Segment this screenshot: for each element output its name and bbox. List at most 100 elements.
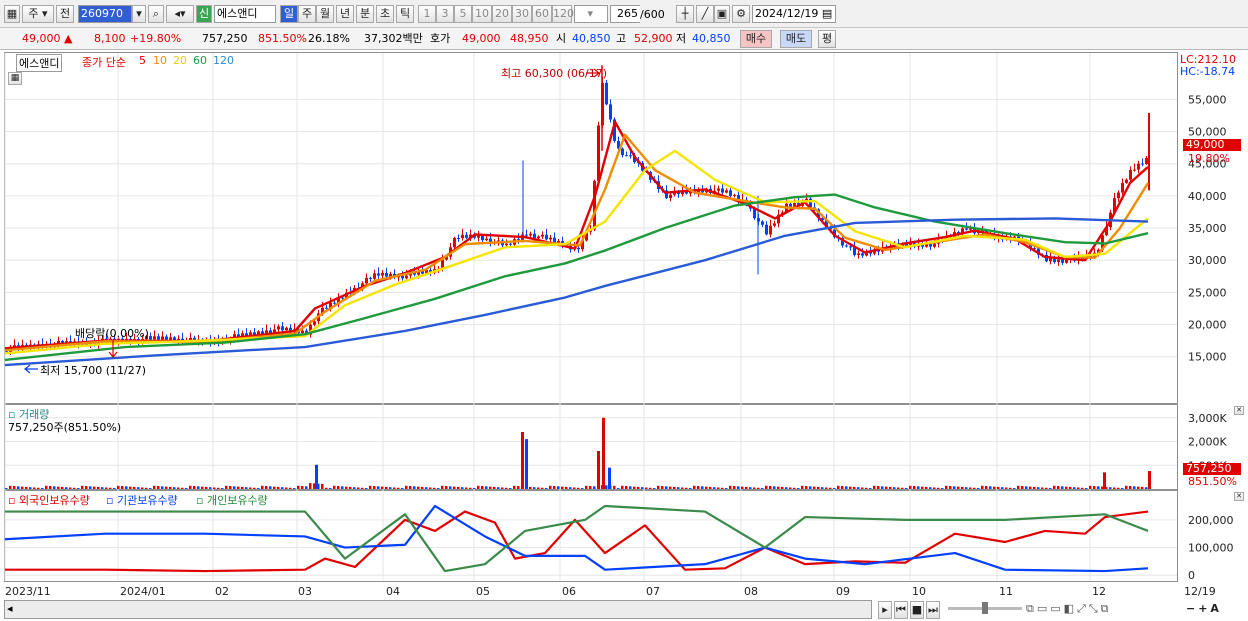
- price-tick-label: 25,000: [1188, 286, 1227, 299]
- volume-bar: [149, 488, 152, 489]
- forward-icon[interactable]: ⏭: [926, 601, 940, 619]
- candle-body: [1129, 170, 1132, 180]
- volume-bar: [733, 486, 736, 489]
- volume-bar: [101, 487, 104, 489]
- volume-bar: [41, 488, 44, 489]
- ma20-legend: 20: [173, 54, 187, 67]
- volume-bar: [405, 485, 408, 489]
- volume-bar: [269, 486, 272, 489]
- dividend-annotation: 배당락(0.00%): [75, 327, 149, 340]
- volume-bar: [657, 485, 660, 489]
- x-tick-label: 11: [999, 585, 1013, 598]
- volume-bar: [33, 487, 36, 489]
- volume-bar: [29, 487, 32, 489]
- volume-bar: [865, 487, 868, 489]
- volume-bar: [229, 486, 232, 489]
- volume-bar: [721, 487, 724, 489]
- volume-bar: [821, 487, 824, 489]
- zoom-controls-icon[interactable]: −+A: [1186, 602, 1222, 615]
- candle-body: [157, 336, 160, 340]
- volume-bar: [969, 487, 972, 489]
- volume-bar: [221, 488, 224, 489]
- volume-bar: [545, 488, 548, 489]
- candle-body: [853, 247, 856, 255]
- volume-bar: [341, 486, 344, 489]
- candle-body: [1117, 192, 1120, 199]
- volume-bar: [901, 487, 904, 489]
- volume-bar: [465, 487, 468, 489]
- volume-bar: [429, 487, 432, 489]
- volume-bar: [633, 486, 636, 489]
- last-price-pct: 19.80%: [1188, 152, 1230, 165]
- volume-bar: [1001, 487, 1004, 489]
- candle-body: [577, 247, 580, 250]
- volume-bar: [781, 486, 784, 489]
- candle-body: [1049, 258, 1052, 262]
- volume-bar: [549, 485, 552, 489]
- volume-bar: [977, 488, 980, 489]
- close-icon[interactable]: ✕: [1234, 492, 1244, 501]
- close-icon[interactable]: ✕: [1234, 406, 1244, 415]
- price-tick-label: 15,000: [1188, 351, 1227, 364]
- volume-bar: [393, 487, 396, 489]
- volume-bar: [65, 487, 68, 489]
- volume-bar: [849, 486, 852, 489]
- candle-body: [169, 337, 172, 340]
- volume-bar: [945, 485, 948, 489]
- volume-tick-label: 2,000K: [1188, 436, 1227, 449]
- volume-bar: [153, 485, 156, 489]
- volume-bar: [1073, 487, 1076, 489]
- volume-bar: [602, 417, 605, 489]
- volume-bar: [741, 486, 744, 489]
- volume-bar: [125, 486, 128, 489]
- candle-body: [365, 277, 368, 284]
- volume-bar: [1109, 487, 1112, 489]
- volume-bar: [441, 485, 444, 489]
- candle-body: [161, 336, 164, 340]
- volume-bar: [525, 439, 528, 489]
- chart-plot[interactable]: 55,00050,00045,00040,00035,00030,00025,0…: [0, 0, 1248, 621]
- low-arrow-icon: [24, 364, 38, 374]
- volume-bar: [917, 486, 920, 489]
- scroll-right-icon[interactable]: ▸: [878, 601, 892, 619]
- volume-bar: [5, 488, 8, 489]
- zoom-slider[interactable]: [948, 602, 1022, 614]
- volume-bar: [13, 486, 16, 489]
- volume-bar: [113, 488, 116, 489]
- volume-bar: [181, 487, 184, 489]
- volume-bar: [225, 485, 228, 489]
- volume-bar: [77, 488, 80, 489]
- candle-body: [505, 243, 508, 246]
- volume-bar: [49, 486, 52, 489]
- volume-bar: [37, 487, 40, 489]
- data-table-icon[interactable]: ▦: [8, 72, 22, 85]
- volume-bar: [329, 488, 332, 489]
- volume-bar: [57, 486, 60, 489]
- volume-bar: [365, 488, 368, 489]
- volume-bar: [1137, 486, 1140, 489]
- candle-body: [669, 194, 672, 199]
- volume-bar: [1053, 485, 1056, 489]
- volume-bar: [809, 486, 812, 489]
- volume-bar: [677, 487, 680, 489]
- x-tick-label: 12/19: [1184, 585, 1216, 598]
- volume-bar: [315, 464, 318, 489]
- view-tool-icons[interactable]: ⧉▭▭◧⤢⤡⧉: [1026, 602, 1112, 616]
- volume-bar: [1017, 485, 1020, 489]
- volume-bar: [25, 486, 28, 489]
- volume-bar: [981, 485, 984, 489]
- horizontal-scrollbar[interactable]: ◂: [4, 600, 872, 619]
- volume-bar: [513, 485, 516, 489]
- rewind-icon[interactable]: ⏮: [894, 601, 908, 619]
- volume-bar: [277, 486, 280, 489]
- volume-bar: [425, 487, 428, 489]
- volume-bar: [461, 487, 464, 489]
- holding-tick-label: 100,000: [1188, 542, 1234, 555]
- volume-bar: [1089, 485, 1092, 489]
- volume-bar: [397, 487, 400, 489]
- x-tick-label: 02: [215, 585, 229, 598]
- ma10-legend: 10: [153, 54, 167, 67]
- candle-body: [557, 241, 560, 243]
- volume-bar: [1033, 486, 1036, 489]
- stop-icon[interactable]: ■: [910, 601, 924, 619]
